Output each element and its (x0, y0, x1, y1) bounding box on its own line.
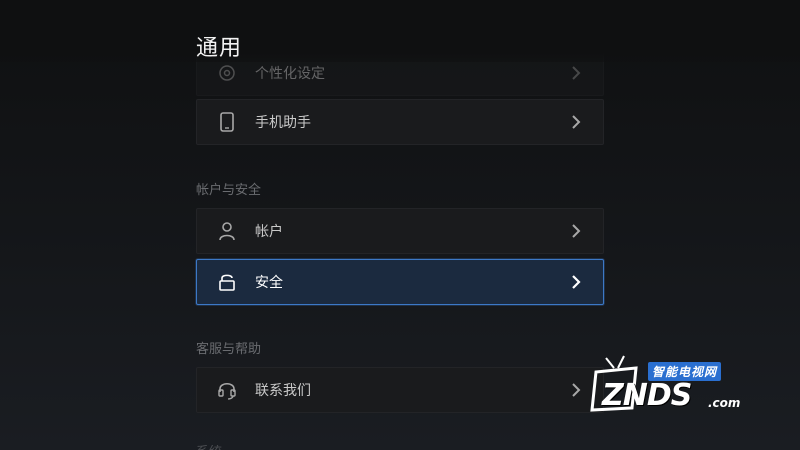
settings-screen: 个性化设定 通用 手机助手 帐户与安全 帐户 安全 客服与帮助 联系我们 智能电… (0, 0, 800, 450)
settings-row-label: 个性化设定 (255, 66, 325, 82)
personalize-icon (217, 63, 237, 83)
settings-row-account[interactable]: 帐户 (196, 208, 604, 254)
phone-icon (217, 112, 237, 132)
user-icon (217, 221, 237, 241)
page-title: 通用 (196, 36, 243, 61)
znds-watermark: 智能电视网 ZNDS .com (590, 352, 770, 422)
settings-row-phone-assistant[interactable]: 手机助手 (196, 99, 604, 145)
header-backdrop (0, 0, 800, 62)
chevron-right-icon (569, 383, 583, 397)
settings-row-label: 安全 (255, 275, 283, 291)
settings-row-label: 帐户 (255, 224, 283, 240)
settings-row-security[interactable]: 安全 (196, 259, 604, 305)
section-header-system: 系统 (196, 441, 222, 450)
settings-row-contact-us[interactable]: 联系我们 (196, 367, 604, 413)
section-header-support: 客服与帮助 (196, 342, 262, 357)
watermark-domain: .com (708, 396, 741, 410)
lock-icon (217, 272, 237, 292)
headset-icon (217, 380, 237, 400)
settings-row-label: 联系我们 (255, 383, 311, 399)
chevron-right-icon (569, 115, 583, 129)
settings-row-label: 手机助手 (255, 115, 311, 131)
chevron-right-icon (569, 275, 583, 289)
watermark-brand: ZNDS (602, 378, 692, 413)
section-header-account-security: 帐户与安全 (196, 183, 262, 198)
chevron-right-icon (569, 224, 583, 238)
chevron-right-icon (569, 66, 583, 80)
